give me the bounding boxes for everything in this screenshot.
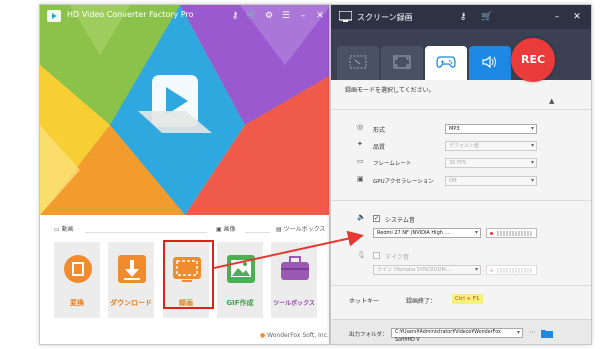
section-image: ▣ 画像 [216,224,236,236]
mode-prompt: 録画モードを選択してください。 [345,87,435,94]
region-select-icon [349,55,367,69]
section-divider [85,232,207,233]
key-icon[interactable]: ⚷ [229,10,241,22]
system-audio-checkbox[interactable]: ✓ [373,215,380,222]
more-icon[interactable]: ⋯ [529,328,536,336]
tab-game-mode[interactable] [425,46,467,80]
record-window-icon [339,11,352,22]
mic-audio-label: マイク音 [385,254,409,261]
collapse-icon[interactable]: ▲ [549,97,554,105]
output-bar: 出力フォルダ： C:¥Users¥Administrator¥Videos¥Wo… [331,319,591,344]
speaker-icon [482,55,496,69]
brand-text: WonderFox Soft, Inc. [267,332,329,339]
system-audio-label: システム音 [385,217,415,224]
minimize-icon[interactable]: – [551,11,563,23]
level-indicator-dot [490,232,493,235]
wonderfox-logo-icon: ● [260,332,266,339]
format-select[interactable]: MP3 [445,124,537,134]
mic-level-meter [486,265,537,275]
rec-button[interactable]: REC [511,38,555,82]
quality-label: 品質 [373,144,386,151]
key-icon[interactable]: ⚷ [457,11,469,23]
tile-download[interactable]: ダウンロード [108,242,154,318]
framerate-icon: ▭ [357,157,364,165]
image-section-icon: ▣ [216,226,222,233]
close-icon[interactable]: ✕ [571,11,583,23]
window-title: HD Video Converter Factory Pro [67,10,194,19]
menu-icon[interactable]: ☰ [280,10,292,22]
level-bars [497,231,533,236]
tile-gif[interactable]: GIF作成 [217,242,263,318]
hotkey-action-label: 録画終了： [406,298,437,305]
video-section-icon: ▭ [54,226,60,233]
gpu-icon: ▣ [357,175,364,183]
folder-icon[interactable] [541,328,553,338]
tile-convert[interactable]: 変換 [54,242,100,318]
recorder-title-bar: スクリーン録画 ⚷ 🛒 – ✕ [331,5,591,29]
section-video: ▭ 動画 [54,224,74,236]
tab-region-mode[interactable] [337,46,379,80]
recorder-window: スクリーン録画 ⚷ 🛒 – ✕ REC 録画モードを選択してください。 ▲ ◎ … [330,4,592,345]
cart-icon[interactable]: 🛒 [246,10,258,22]
highlight-record-box [163,240,214,309]
hotkey-label: ホットキー [349,298,380,305]
quality-select[interactable]: デフォルト値 [445,141,537,151]
section-image-label: 画像 [223,226,236,233]
tile-convert-label: 変換 [70,299,84,307]
section-video-label: 動画 [61,226,74,233]
footer-brand: ● WonderFox Soft, Inc. [260,332,329,339]
output-folder-label: 出力フォルダ： [349,332,388,338]
divider [331,109,591,110]
framerate-select[interactable]: 30 FPS [445,158,537,168]
image-landscape-icon [227,255,255,283]
tile-toolbox-label: ツールボックス [273,300,315,307]
hotkey-value[interactable]: Ctrl + F1 [452,294,483,304]
divider [331,285,591,286]
section-divider [245,232,270,233]
close-icon[interactable]: ✕ [314,10,326,22]
tab-fullscreen-mode[interactable] [381,46,423,80]
mic-device-select[interactable]: ライン (Yamaha SYNCROOM... [373,265,481,275]
level-indicator-dot [490,269,493,272]
divider [331,200,591,201]
app-logo-icon [47,10,61,22]
output-path-field[interactable]: C:¥Users¥Administrator¥Videos¥WonderFox … [391,328,523,343]
gpu-select[interactable]: Off [445,176,537,186]
gamepad-icon [436,56,456,68]
title-bar: HD Video Converter Factory Pro ⚷ 🛒 ⚙ ☰ –… [40,5,329,27]
format-label: 形式 [373,127,386,134]
tile-download-label: ダウンロード [110,299,152,307]
system-audio-level-meter [486,228,537,238]
speaker-icon: 🔈 [357,213,366,221]
film-reel-icon [64,255,92,283]
tab-audio-mode[interactable] [469,46,511,80]
format-icon: ◎ [357,123,364,131]
framerate-label: フレームレート [373,161,412,167]
level-bars [497,268,533,273]
toolbox-icon [281,256,309,280]
fullscreen-icon [393,55,411,69]
tile-toolbox[interactable]: ツールボックス [271,242,317,318]
download-icon [118,255,146,283]
mic-audio-checkbox[interactable] [373,252,380,259]
gpu-label: GPUアクセラレーション [373,179,434,185]
microphone-icon: 🎙 [357,251,366,259]
quality-icon: ✦ [357,140,363,148]
tile-gif-label: GIF作成 [226,299,254,307]
system-audio-device-select[interactable]: Redmi 27 NF (NVIDIA High ... [373,228,481,238]
hero-artwork [40,5,329,215]
gear-icon[interactable]: ⚙ [263,10,275,22]
section-tools-label: ツールボックス [283,226,326,233]
cart-icon[interactable]: 🛒 [481,11,493,23]
section-tools: ▤ ツールボックス [276,224,325,236]
minimize-icon[interactable]: – [297,10,309,22]
tools-section-icon: ▤ [276,226,282,233]
recorder-title: スクリーン録画 [357,13,413,22]
